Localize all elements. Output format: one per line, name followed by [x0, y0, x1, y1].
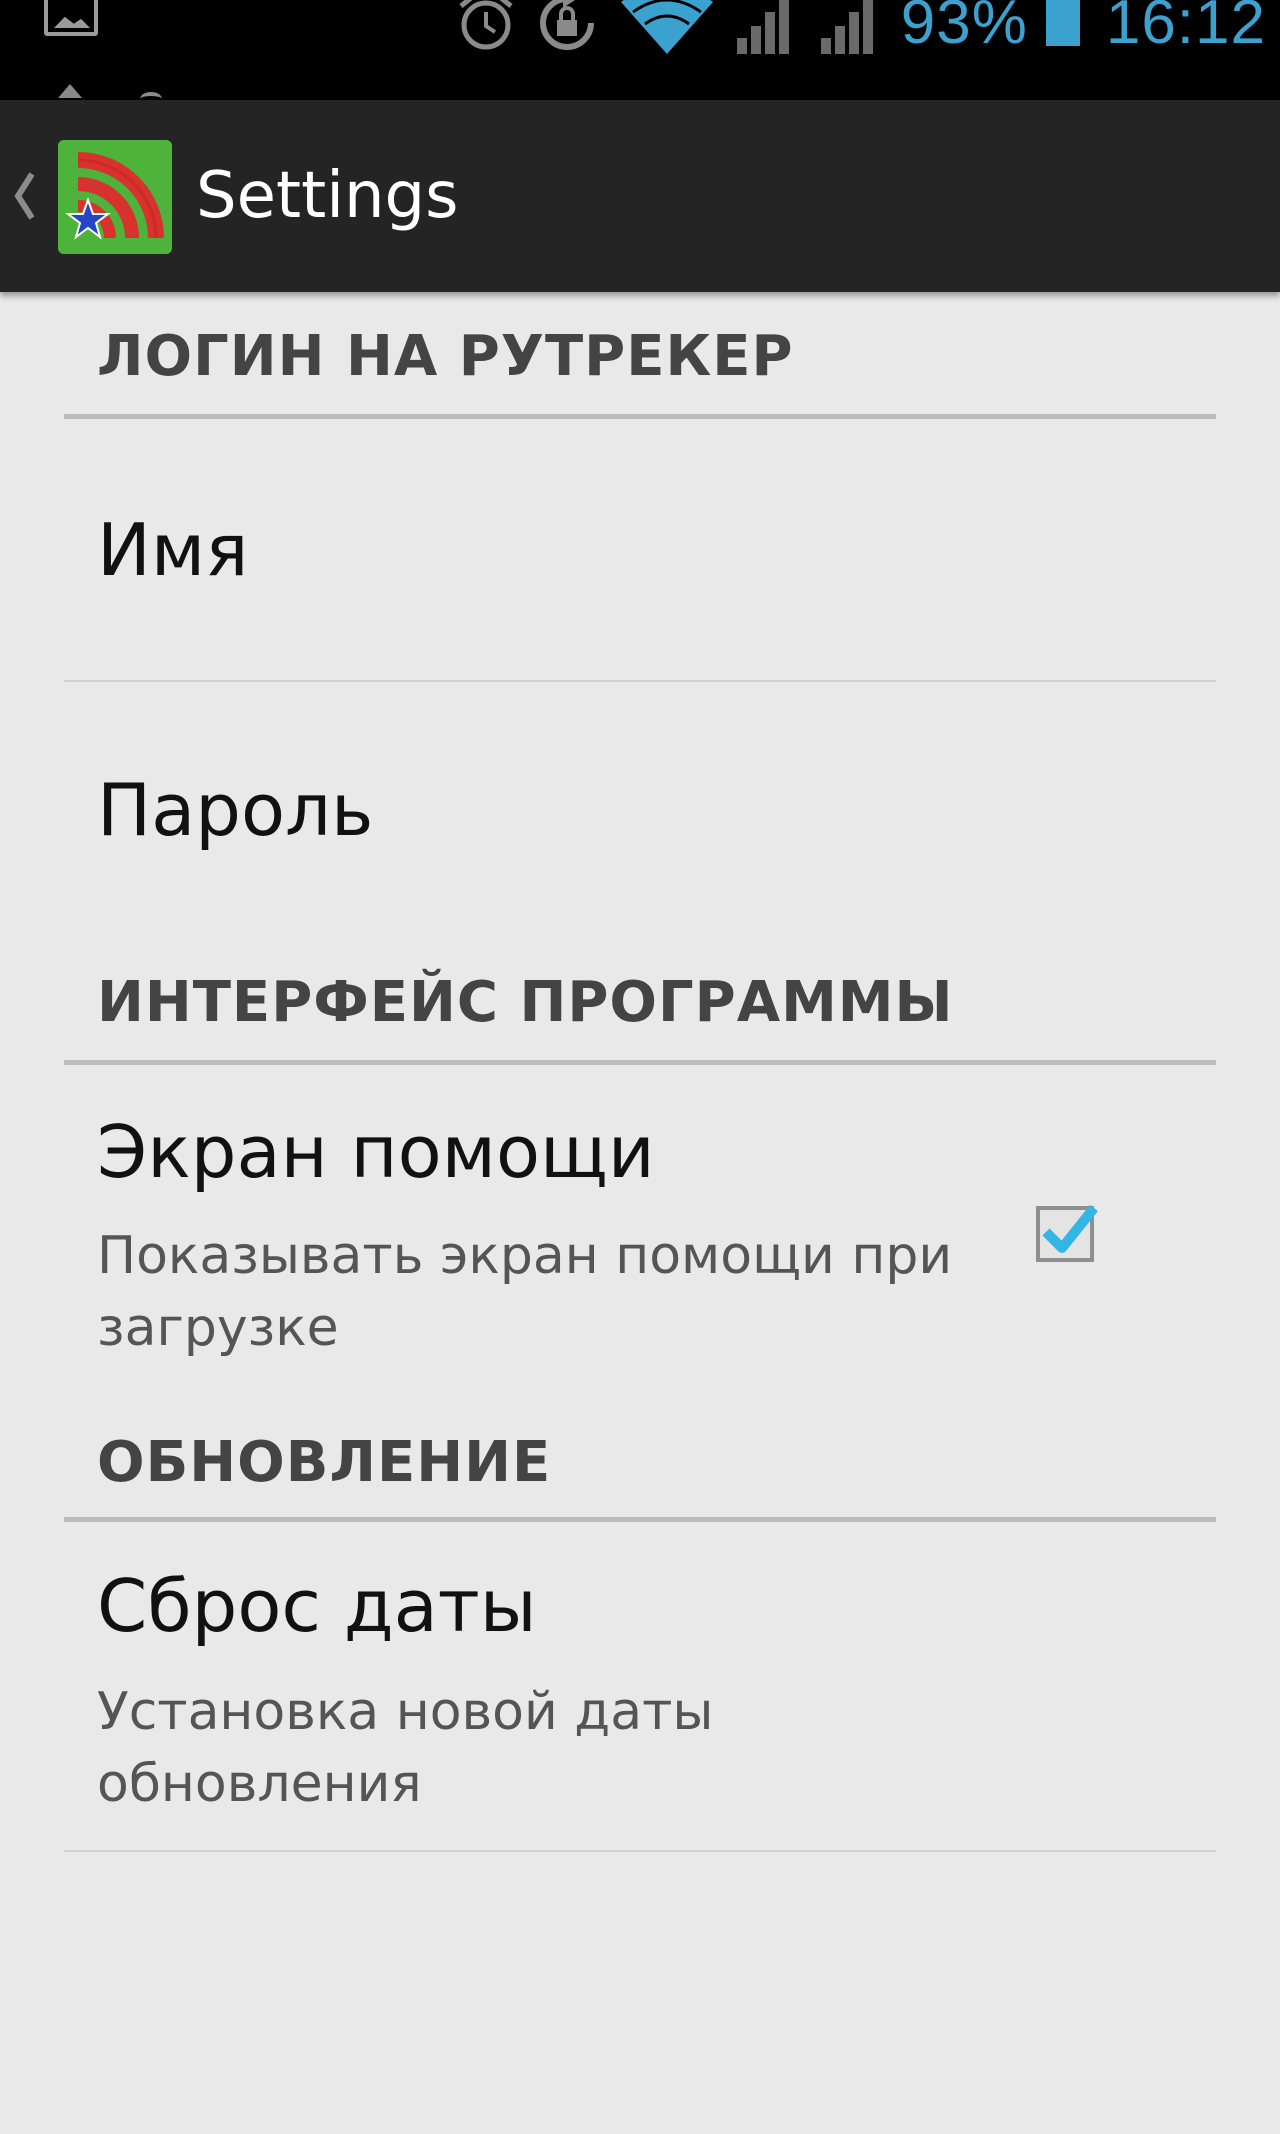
rotation-lock-icon: [539, 0, 594, 50]
battery-icon: [1045, 0, 1080, 46]
pref-reset-title: Сброс даты: [97, 1564, 537, 1648]
pref-help-title: Экран помощи: [97, 1110, 655, 1194]
category-divider: [64, 414, 1216, 419]
page-title: Settings: [196, 159, 459, 233]
category-divider: [64, 1060, 1216, 1065]
pref-password-title: Пароль: [97, 768, 374, 852]
signal-icon: [820, 0, 873, 54]
rss-star-icon: [58, 140, 172, 254]
category-login: ЛОГИН НА РУТРЕКЕР: [64, 292, 1216, 422]
battery-percent: 93%: [900, 0, 1028, 57]
list-divider: [64, 1850, 1216, 1852]
category-header-update: ОБНОВЛЕНИЕ: [97, 1430, 552, 1495]
alarm-icon: [459, 0, 513, 50]
wifi-icon: [620, 0, 713, 54]
signal-icon: [736, 0, 789, 54]
home-up-button[interactable]: Settings: [0, 100, 459, 292]
back-caret-icon: [14, 172, 35, 220]
rss-star-app-icon: [58, 140, 172, 254]
action-bar: Settings: [0, 100, 1280, 292]
help-screen-checkbox[interactable]: [1036, 1200, 1098, 1262]
pref-name-title: Имя: [97, 508, 249, 592]
gallery-notification-icon: [44, 0, 98, 36]
status-icons: 93% 16:12: [455, 0, 1280, 58]
pref-reset-summary: Установка новой даты обновления: [97, 1682, 714, 1814]
status-bar: 93% 16:12: [0, 0, 1280, 100]
category-update: ОБНОВЛЕНИЕ: [64, 1400, 1216, 1525]
notification-icon: [140, 92, 162, 100]
category-interface: ИНТЕРФЕЙС ПРОГРАММЫ: [64, 940, 1216, 1070]
pref-help-summary: Показывать экран помощи при загрузке: [97, 1226, 953, 1358]
category-divider: [64, 1517, 1216, 1522]
clock: 16:12: [1105, 0, 1266, 57]
category-header-interface: ИНТЕРФЕЙС ПРОГРАММЫ: [97, 970, 954, 1035]
upload-notification-icon: [58, 84, 82, 98]
category-header-login: ЛОГИН НА РУТРЕКЕР: [97, 324, 794, 389]
